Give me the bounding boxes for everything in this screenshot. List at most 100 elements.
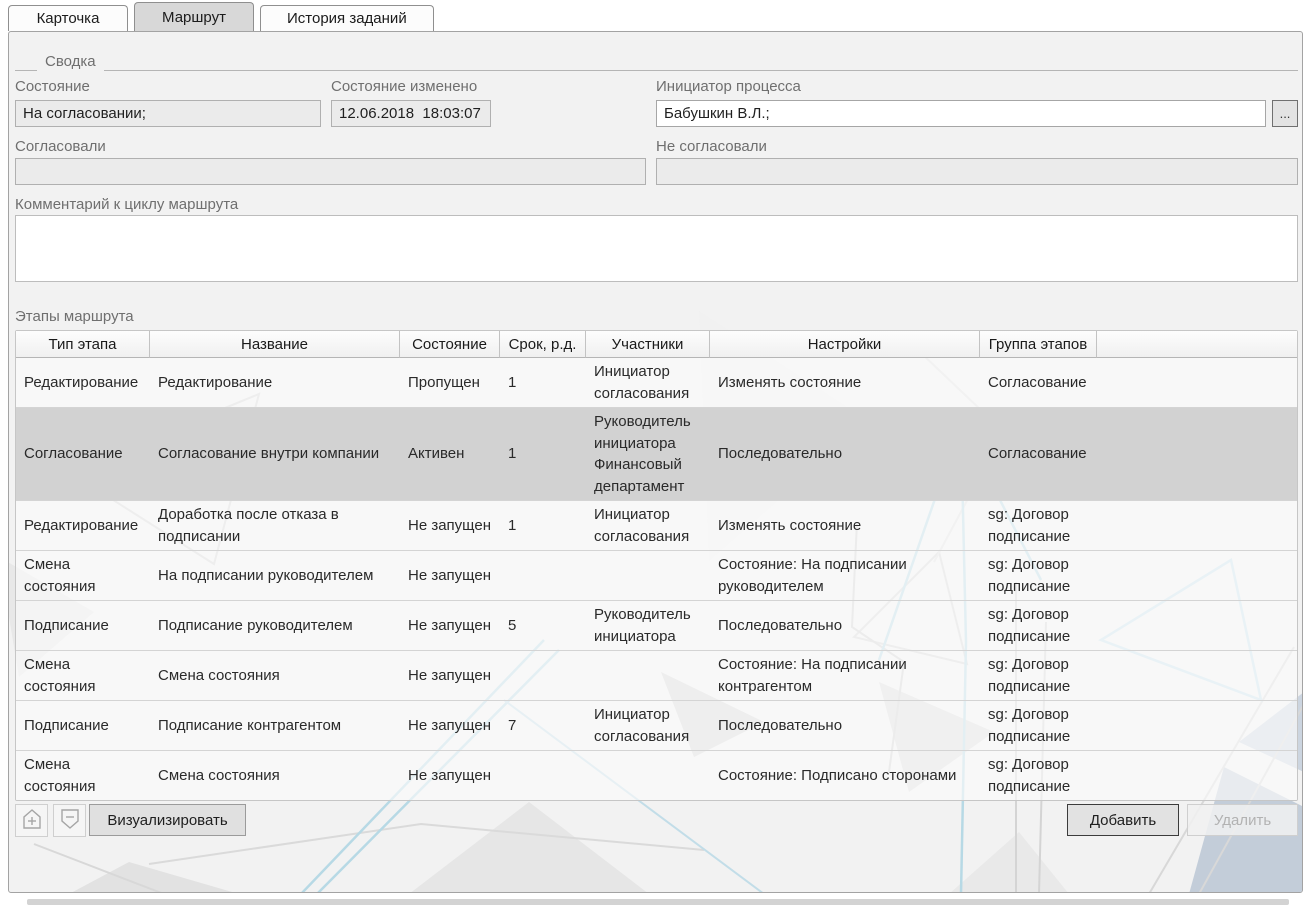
stage-cell-filler xyxy=(1097,701,1297,751)
stage-cell-settings: Состояние: Подписано сторонами xyxy=(710,751,980,800)
stage-row[interactable]: РедактированиеРедактированиеПропущен1Ини… xyxy=(16,358,1297,408)
stage-cell-settings: Изменять состояние xyxy=(710,358,980,408)
stage-cell-type: Редактирование xyxy=(16,358,150,408)
column-header-participants[interactable]: Участники xyxy=(586,331,710,358)
comment-label: Комментарий к циклу маршрута xyxy=(15,196,238,213)
move-stage-down-button[interactable] xyxy=(53,804,86,837)
state-input[interactable] xyxy=(15,100,321,127)
column-header-term[interactable]: Срок, р.д. xyxy=(500,331,586,358)
stage-cell-state: Не запущен xyxy=(400,601,500,651)
stage-row[interactable]: СогласованиеСогласование внутри компании… xyxy=(16,408,1297,501)
move-stage-up-button[interactable] xyxy=(15,804,48,837)
stage-cell-filler xyxy=(1097,358,1297,408)
tab-route[interactable]: Маршрут xyxy=(134,2,254,31)
stages-table: Тип этапаНазваниеСостояниеСрок, р.д.Учас… xyxy=(15,330,1298,801)
stage-cell-group: sg: Договор подписание xyxy=(980,551,1097,601)
stage-cell-state: Пропущен xyxy=(400,358,500,408)
visualize-button[interactable]: Визуализировать xyxy=(89,804,246,836)
stage-cell-term: 1 xyxy=(500,501,586,551)
stage-cell-settings: Изменять состояние xyxy=(710,501,980,551)
stage-cell-group: sg: Договор подписание xyxy=(980,601,1097,651)
stage-row[interactable]: Смена состоянияСмена состоянияНе запущен… xyxy=(16,651,1297,701)
stage-row[interactable]: Смена состоянияНа подписании руководител… xyxy=(16,551,1297,601)
tab-card[interactable]: Карточка xyxy=(8,5,128,31)
stage-cell-type: Подписание xyxy=(16,701,150,751)
stage-cell-type: Подписание xyxy=(16,601,150,651)
column-header-group[interactable]: Группа этапов xyxy=(980,331,1097,358)
pentagon-up-plus-icon xyxy=(21,808,43,834)
stage-cell-group: Согласование xyxy=(980,358,1097,408)
column-header-name[interactable]: Название xyxy=(150,331,400,358)
stages-table-body: РедактированиеРедактированиеПропущен1Ини… xyxy=(16,358,1297,800)
initiator-label: Инициатор процесса xyxy=(656,78,801,95)
initiator-input[interactable] xyxy=(656,100,1266,127)
stage-row[interactable]: ПодписаниеПодписание контрагентомНе запу… xyxy=(16,701,1297,751)
stage-cell-name: На подписании руководителем xyxy=(150,551,400,601)
stage-cell-state: Не запущен xyxy=(400,651,500,701)
window-bottom-strip xyxy=(27,899,1289,905)
column-header-settings[interactable]: Настройки xyxy=(710,331,980,358)
not-approved-input[interactable] xyxy=(656,158,1298,185)
stage-cell-term xyxy=(500,651,586,701)
stage-cell-name: Подписание контрагентом xyxy=(150,701,400,751)
stage-cell-name: Смена состояния xyxy=(150,651,400,701)
stage-row[interactable]: РедактированиеДоработка после отказа в п… xyxy=(16,501,1297,551)
stage-cell-state: Не запущен xyxy=(400,551,500,601)
initiator-browse-button[interactable]: ... xyxy=(1272,100,1298,127)
stage-cell-term: 1 xyxy=(500,408,586,501)
stage-cell-type: Смена состояния xyxy=(16,551,150,601)
stage-cell-filler xyxy=(1097,751,1297,800)
stage-cell-settings: Последовательно xyxy=(710,701,980,751)
stage-cell-participants xyxy=(586,651,710,701)
stage-cell-settings: Состояние: На подписании контрагентом xyxy=(710,651,980,701)
stage-cell-type: Смена состояния xyxy=(16,651,150,701)
stage-cell-filler xyxy=(1097,601,1297,651)
stage-cell-name: Редактирование xyxy=(150,358,400,408)
summary-legend: Сводка xyxy=(37,53,104,70)
not-approved-label: Не согласовали xyxy=(656,138,767,155)
add-stage-button[interactable]: Добавить xyxy=(1067,804,1179,836)
state-changed-label: Состояние изменено xyxy=(331,78,477,95)
stage-cell-term: 1 xyxy=(500,358,586,408)
stage-cell-type: Согласование xyxy=(16,408,150,501)
stage-cell-settings: Последовательно xyxy=(710,408,980,501)
column-header-type[interactable]: Тип этапа xyxy=(16,331,150,358)
stage-row[interactable]: ПодписаниеПодписание руководителемНе зап… xyxy=(16,601,1297,651)
approved-label: Согласовали xyxy=(15,138,106,155)
delete-stage-button[interactable]: Удалить xyxy=(1187,804,1298,836)
stage-cell-type: Редактирование xyxy=(16,501,150,551)
stage-cell-filler xyxy=(1097,501,1297,551)
stage-cell-name: Доработка после отказа в подписании xyxy=(150,501,400,551)
stage-cell-group: sg: Договор подписание xyxy=(980,651,1097,701)
stage-cell-participants: Инициатор согласования xyxy=(586,501,710,551)
stage-cell-participants: Инициатор согласования xyxy=(586,358,710,408)
stage-cell-participants xyxy=(586,751,710,800)
stage-cell-state: Активен xyxy=(400,408,500,501)
stage-cell-group: sg: Договор подписание xyxy=(980,701,1097,751)
stage-cell-settings: Состояние: На подписании руководителем xyxy=(710,551,980,601)
tab-task-history[interactable]: История заданий xyxy=(260,5,434,31)
approved-input[interactable] xyxy=(15,158,646,185)
stage-cell-term xyxy=(500,751,586,800)
state-label: Состояние xyxy=(15,78,90,95)
stage-row[interactable]: Смена состоянияСмена состоянияНе запущен… xyxy=(16,751,1297,800)
stage-cell-state: Не запущен xyxy=(400,701,500,751)
stage-cell-filler xyxy=(1097,551,1297,601)
column-header-state[interactable]: Состояние xyxy=(400,331,500,358)
pentagon-down-minus-icon xyxy=(59,808,81,834)
column-header-filler[interactable] xyxy=(1097,331,1297,358)
stage-cell-participants xyxy=(586,551,710,601)
stage-cell-name: Смена состояния xyxy=(150,751,400,800)
stage-cell-type: Смена состояния xyxy=(16,751,150,800)
route-panel: Сводка Состояние Состояние изменено Иниц… xyxy=(8,31,1303,893)
stage-cell-participants: Руководитель инициатора xyxy=(586,601,710,651)
stage-cell-state: Не запущен xyxy=(400,501,500,551)
stage-cell-group: sg: Договор подписание xyxy=(980,751,1097,800)
groupbox-line xyxy=(15,70,37,71)
stage-cell-name: Подписание руководителем xyxy=(150,601,400,651)
application-window: КарточкаМаршрутИстория заданий xyxy=(0,0,1311,906)
state-changed-input[interactable] xyxy=(331,100,491,127)
comment-textarea[interactable] xyxy=(15,215,1298,282)
stage-cell-term: 5 xyxy=(500,601,586,651)
tab-bar: КарточкаМаршрутИстория заданий xyxy=(8,2,434,31)
